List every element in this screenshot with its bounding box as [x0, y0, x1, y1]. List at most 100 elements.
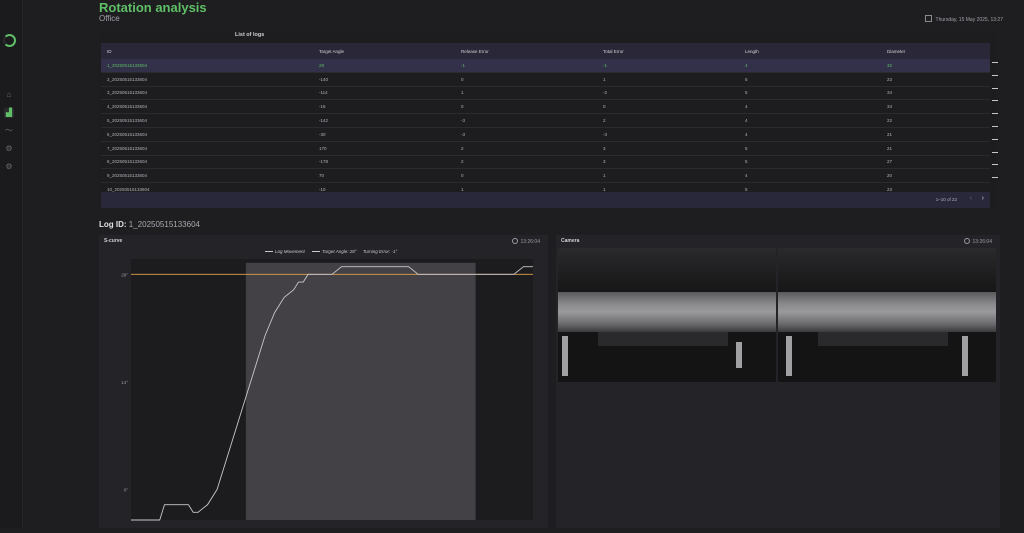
cell-target-angle: -16	[313, 99, 455, 115]
table-row[interactable]: 4_20250515133604 -16 0 0 4 34	[101, 99, 990, 115]
scurve-panel: S-curve 13:26:04 Log Movement Target Ang…	[99, 235, 548, 528]
cell-length: 5	[739, 155, 881, 170]
cell-target-angle: -140	[313, 72, 455, 87]
legend-swatch-movement	[265, 251, 273, 253]
row-menu-icon[interactable]	[992, 87, 998, 89]
row-menu-icon[interactable]	[992, 125, 998, 127]
scurve-time-text: 13:26:04	[520, 239, 540, 245]
column-header-length[interactable]: Length	[739, 43, 881, 59]
cell-release-error: 2	[455, 155, 597, 170]
y-tick-label: 14°	[121, 380, 128, 385]
page-subtitle: Office	[99, 14, 120, 23]
log-id-value: 1_20250515133604	[128, 220, 200, 229]
scurve-title: S-curve	[104, 238, 123, 244]
camera-panel: Camera 13:26:04	[556, 235, 1000, 528]
trend-icon[interactable]: 〜	[4, 126, 14, 136]
cell-target-angle: 70	[313, 168, 455, 184]
legend-error[interactable]: Turning Error: -1°	[363, 249, 397, 254]
cell-total-error: -3	[597, 127, 739, 142]
cell-release-error: 0	[455, 168, 597, 184]
table-row[interactable]: 3_20250515133604 -114 1 -2 5 34	[101, 86, 990, 101]
cell-id: 8_20250515133604	[101, 155, 313, 170]
cell-id: 7_20250515133604	[101, 141, 313, 156]
scurve-time: 13:26:04	[511, 238, 540, 245]
legend-target[interactable]: Target Angle: 28°	[322, 249, 357, 254]
camera-time-text: 13:26:04	[972, 239, 992, 245]
cell-id: 1_20250515133604	[101, 59, 313, 73]
clock-icon	[963, 238, 970, 244]
row-action-column	[992, 62, 1000, 190]
camera-title: Camera	[561, 238, 580, 244]
column-header-target-angle[interactable]: Target Angle	[313, 43, 455, 59]
cell-total-error: 0	[597, 99, 739, 115]
table-row[interactable]: 1_20250515133604 28 -1 -1 4 32	[101, 59, 990, 73]
row-menu-icon[interactable]	[992, 151, 998, 153]
cell-length: 5	[739, 72, 881, 87]
cell-release-error: 1	[455, 86, 597, 101]
cell-target-angle: 28	[313, 59, 455, 73]
app-logo-icon[interactable]	[3, 34, 16, 47]
row-menu-icon[interactable]	[992, 138, 998, 140]
column-header-id[interactable]: ID	[101, 43, 313, 59]
chevron-left-icon[interactable]: ‹	[970, 195, 972, 202]
table-row[interactable]: 9_20250515133604 70 0 1 4 20	[101, 168, 990, 184]
cell-diameter: 34	[881, 86, 990, 101]
cell-length: 4	[739, 99, 881, 115]
table-row[interactable]: 8_20250515133604 -178 2 3 5 27	[101, 155, 990, 170]
camera-image-right[interactable]	[778, 248, 996, 382]
rotation-analysis-icon[interactable]: ▟	[4, 108, 14, 118]
cell-length: 4	[739, 168, 881, 184]
table-row[interactable]: 5_20250515133604 -142 -3 2 4 22	[101, 113, 990, 128]
log-id-label: Log ID:	[99, 220, 127, 229]
cell-length: 4	[739, 59, 881, 73]
cell-id: 6_20250515133604	[101, 127, 313, 142]
cell-id: 5_20250515133604	[101, 113, 313, 128]
legend-movement[interactable]: Log Movement	[275, 249, 305, 254]
table-row[interactable]: 7_20250515133604 170 2 3 5 21	[101, 141, 990, 156]
log-id: Log ID: 1_20250515133604	[99, 220, 200, 229]
settings-icon[interactable]: ⚙	[4, 144, 14, 154]
highlight-band	[245, 262, 476, 520]
y-tick-label: 28°	[121, 272, 128, 277]
cell-diameter: 22	[881, 113, 990, 128]
cell-diameter: 23	[881, 72, 990, 87]
column-header-total-error[interactable]: Total Error	[597, 43, 739, 59]
chevron-right-icon[interactable]: ›	[982, 195, 984, 202]
row-menu-icon[interactable]	[992, 100, 998, 102]
gear-icon[interactable]: ⚙	[4, 162, 14, 172]
sidebar: ⌂ ▟ 〜 ⚙ ⚙	[0, 0, 23, 528]
table-row[interactable]: 2_20250515133604 -140 0 1 5 23	[101, 72, 990, 87]
cell-release-error: -1	[455, 59, 597, 73]
column-header-release-error[interactable]: Release Error	[455, 43, 597, 59]
cell-diameter: 21	[881, 127, 990, 142]
cell-release-error: 0	[455, 72, 597, 87]
table-row[interactable]: 6_20250515133604 -30 -3 -3 4 21	[101, 127, 990, 142]
row-menu-icon[interactable]	[992, 164, 998, 166]
scurve-chart: 28° 14° 0°	[121, 259, 533, 521]
row-menu-icon[interactable]	[992, 62, 998, 63]
cell-length: 4	[739, 127, 881, 142]
table-title: List of logs	[235, 32, 265, 38]
cell-target-angle: 170	[313, 141, 455, 156]
cell-diameter: 34	[881, 99, 990, 115]
row-menu-icon[interactable]	[992, 74, 998, 76]
cell-release-error: 2	[455, 141, 597, 156]
cell-length: 5	[739, 141, 881, 156]
cell-id: 9_20250515133604	[101, 168, 313, 184]
cell-id: 3_20250515133604	[101, 86, 313, 101]
cell-total-error: 1	[597, 168, 739, 184]
cell-total-error: -2	[597, 86, 739, 101]
column-header-diameter[interactable]: Diameter	[881, 43, 990, 59]
pagination-bar: 1–10 of 22 ‹ ›	[101, 192, 990, 208]
row-menu-icon[interactable]	[992, 177, 998, 179]
cell-diameter: 32	[881, 59, 990, 73]
home-icon[interactable]: ⌂	[4, 90, 14, 100]
row-menu-icon[interactable]	[992, 113, 998, 115]
cell-total-error: 3	[597, 141, 739, 156]
camera-image-left[interactable]	[558, 248, 776, 382]
cell-diameter: 20	[881, 168, 990, 184]
cell-total-error: 1	[597, 72, 739, 87]
cell-target-angle: -178	[313, 155, 455, 170]
cell-id: 2_20250515133604	[101, 72, 313, 87]
pagination-text: 1–10 of 22	[935, 197, 957, 202]
